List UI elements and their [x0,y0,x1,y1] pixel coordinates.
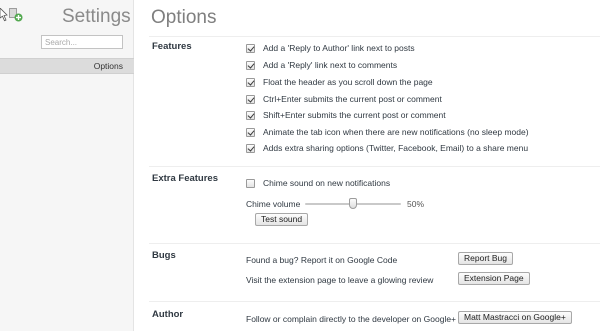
add-extension-icon [9,8,23,22]
checkbox[interactable] [246,143,255,153]
checkbox[interactable] [246,110,255,120]
section-divider [149,36,600,37]
test-sound-button[interactable]: Test sound [255,213,309,226]
checkbox[interactable] [246,127,255,137]
chime-volume-label: Chime volume [246,199,301,209]
chime-checkbox[interactable] [246,178,255,188]
cursor-icon [0,8,8,22]
search-input[interactable] [41,35,123,49]
report-bug-text: Found a bug? Report it on Google Code [246,255,398,265]
feature-float-header[interactable]: Float the header as you scroll down the … [246,76,433,88]
slider-thumb[interactable] [349,198,357,209]
checkbox-label: Add a 'Reply' link next to comments [263,60,398,70]
report-bug-button[interactable]: Report Bug [458,252,513,265]
section-divider [149,243,600,244]
extension-icons [0,8,26,24]
section-divider [149,301,600,302]
google-plus-button[interactable]: Matt Mastracci on Google+ [458,311,572,324]
feature-animate-tab-icon[interactable]: Animate the tab icon when there are new … [246,126,529,138]
author-section-label: Author [152,309,184,320]
checkbox[interactable] [246,43,255,53]
checkbox-label: Ctrl+Enter submits the current post or c… [263,94,442,104]
feature-reply-comments[interactable]: Add a 'Reply' link next to comments [246,59,397,71]
feature-reply-to-author[interactable]: Add a 'Reply to Author' link next to pos… [246,42,415,54]
extension-page-button[interactable]: Extension Page [458,272,530,285]
follow-developer-text: Follow or complain directly to the devel… [246,314,457,324]
section-divider [149,166,600,167]
feature-ctrl-enter[interactable]: Ctrl+Enter submits the current post or c… [246,93,442,105]
checkbox-label: Adds extra sharing options (Twitter, Fac… [263,143,529,153]
checkbox[interactable] [246,60,255,70]
checkbox-label: Shift+Enter submits the current post or … [263,110,446,120]
features-section-label: Features [152,41,192,52]
sidebar: Settings Options [0,0,134,331]
page-title: Options [151,7,217,28]
feature-shift-enter[interactable]: Shift+Enter submits the current post or … [246,109,446,121]
checkbox-label: Chime sound on new notifications [263,178,391,188]
sidebar-item-options[interactable]: Options [0,58,134,74]
checkbox-label: Float the header as you scroll down the … [263,77,433,87]
feature-sharing-options[interactable]: Adds extra sharing options (Twitter, Fac… [246,142,528,154]
checkbox[interactable] [246,94,255,104]
checkbox[interactable] [246,77,255,87]
chime-volume-value: 50% [407,199,425,209]
extra-features-section-label: Extra Features [152,173,219,184]
checkbox-label: Animate the tab icon when there are new … [263,127,529,137]
bugs-section-label: Bugs [152,250,176,261]
chime-sound-option[interactable]: Chime sound on new notifications [246,177,390,189]
sidebar-title: Settings [62,6,131,27]
checkbox-label: Add a 'Reply to Author' link next to pos… [263,43,415,53]
review-text: Visit the extension page to leave a glow… [246,275,434,285]
